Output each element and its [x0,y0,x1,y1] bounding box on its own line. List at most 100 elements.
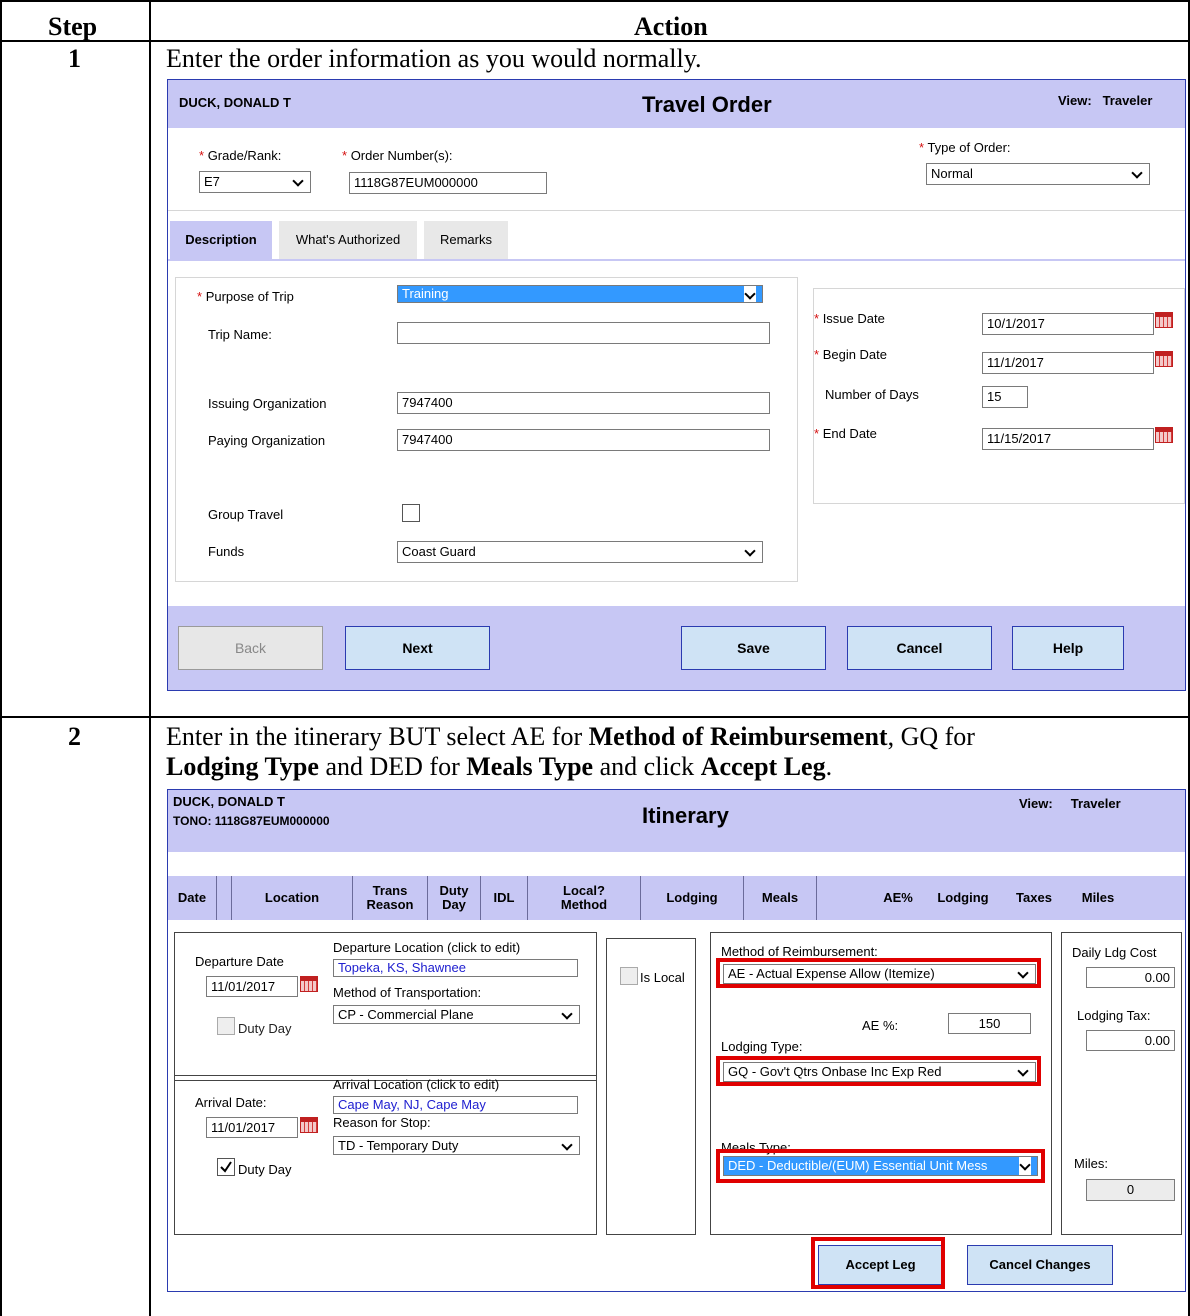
duty-day-checkbox-arrival[interactable] [217,1158,235,1176]
issue-date-input[interactable]: 10/1/2017 [982,313,1154,335]
travel-order-screen: DUCK, DONALD T Travel Order View: Travel… [167,79,1186,691]
col-duty-day: Duty Day [428,876,480,920]
step-2-text: , GQ for [887,722,975,751]
col-trans-line2: Reason [366,897,414,912]
calendar-icon[interactable] [300,976,318,992]
ae-percent-input[interactable]: 150 [948,1013,1031,1034]
col-meals: Meals [761,890,799,905]
reimbursement-label: Method of Reimbursement: [721,944,878,959]
reason-value: TD - Temporary Duty [338,1138,459,1153]
tab-whats-authorized[interactable]: What's Authorized [279,221,417,259]
divider [168,210,1185,211]
col-trans-line1: Trans [372,883,408,898]
step-2-text: . [825,752,833,781]
chevron-down-icon [561,1137,573,1154]
grade-rank-label-text: Grade/Rank: [207,148,282,163]
funds-value: Coast Guard [402,544,476,559]
funds-label: Funds [208,544,245,559]
arrival-date-label: Arrival Date: [195,1095,267,1110]
end-date-input[interactable]: 11/15/2017 [982,428,1154,450]
group-travel-checkbox[interactable] [402,504,420,522]
tab-remarks[interactable]: Remarks [424,221,508,259]
step-2-text: and click [593,752,701,781]
back-button[interactable]: Back [178,626,323,670]
step-2-term-accept-leg: Accept Leg [700,752,826,781]
itinerary-column-header: Date Location Trans Reason Duty Day IDL Lo… [168,876,1185,920]
chevron-down-icon [744,543,756,561]
table-column-rule [149,0,151,1316]
arrival-date-input[interactable]: 11/01/2017 [206,1117,298,1138]
is-local-label: Is Local [640,970,685,985]
duty-day-label: Duty Day [238,1021,292,1036]
type-of-order-label-text: Type of Order: [927,140,1011,155]
grade-rank-select[interactable]: E7 [199,171,311,193]
highlight-meals-type [716,1149,1045,1183]
highlight-lodging-type [716,1056,1041,1086]
save-button[interactable]: Save [681,626,826,670]
end-date-label-text: End Date [822,426,877,441]
calendar-icon[interactable] [1155,312,1173,328]
type-of-order-select[interactable]: Normal [926,163,1150,185]
cancel-button[interactable]: Cancel [847,626,992,670]
purpose-select[interactable]: Training [397,285,763,303]
step-2-text: and DED for [318,752,467,781]
order-number-label-text: Order Number(s): [350,148,453,163]
begin-date-label-text: Begin Date [822,347,888,362]
num-days-label: Number of Days [825,387,919,402]
page-title: Itinerary [642,803,729,828]
departure-date-input[interactable]: 11/01/2017 [206,976,298,997]
checkmark-icon [220,1161,232,1173]
num-days-input[interactable]: 15 [982,386,1028,408]
funds-select[interactable]: Coast Guard [397,541,763,563]
col-sep [816,876,817,920]
calendar-icon[interactable] [300,1117,318,1133]
lodging-tax-input[interactable]: 0.00 [1086,1030,1175,1051]
cancel-changes-button[interactable]: Cancel Changes [967,1245,1113,1285]
tab-description[interactable]: Description [170,221,272,259]
view-label: View: Traveler [1058,93,1152,108]
begin-date-label: * Begin Date [814,347,887,362]
col-local-line2: Method [560,897,608,912]
issue-date-label-text: Issue Date [822,311,885,326]
required-marker: * [814,311,820,326]
col-trans-reason: Trans Reason [353,876,427,920]
step-number-2: 2 [68,722,81,751]
transport-select[interactable]: CP - Commercial Plane [333,1005,580,1024]
itinerary-screen: DUCK, DONALD T TONO: 1118G87EUM000000 It… [167,789,1186,1292]
step-2-term-reimbursement: Method of Reimbursement [588,722,888,751]
col-duty-line1: Duty [439,883,469,898]
lodging-tax-label: Lodging Tax: [1077,1008,1151,1023]
calendar-icon[interactable] [1155,427,1173,443]
daily-ldg-cost-label: Daily Ldg Cost [1072,945,1157,960]
issuing-org-input[interactable]: 7947400 [397,392,770,414]
trip-name-input[interactable] [397,322,770,344]
duty-day-checkbox-departure[interactable] [217,1017,235,1035]
table-border-left [0,0,2,1316]
departure-location-field[interactable]: Topeka, KS, Shawnee [333,959,578,977]
order-number-input[interactable]: 1118G87EUM000000 [349,172,547,194]
required-marker: * [199,148,205,163]
duty-day-label: Duty Day [238,1162,292,1177]
col-miles: Miles [1081,890,1115,905]
view-label-text: View: [1058,93,1092,108]
step-2-text: Enter in the itinerary BUT select AE for [166,722,589,751]
daily-ldg-cost-input[interactable]: 0.00 [1086,967,1175,988]
chevron-down-icon [744,286,756,302]
view-value: Traveler [1070,796,1121,811]
is-local-checkbox[interactable] [620,967,638,985]
reason-select[interactable]: TD - Temporary Duty [333,1136,580,1155]
view-value: Traveler [1102,93,1153,108]
arrival-location-field[interactable]: Cape May, NJ, Cape May [333,1096,578,1114]
next-button[interactable]: Next [345,626,490,670]
type-of-order-label: * Type of Order: [919,140,1011,155]
paying-org-input[interactable]: 7947400 [397,429,770,451]
table-row-rule [0,716,1190,718]
begin-date-input[interactable]: 11/1/2017 [982,352,1154,374]
help-button[interactable]: Help [1012,626,1124,670]
traveler-name: DUCK, DONALD T [173,794,285,809]
step-2-term-meals: Meals Type [466,752,594,781]
highlight-accept-leg [811,1237,945,1289]
table-header-rule [0,40,1190,42]
calendar-icon[interactable] [1155,351,1173,367]
arrival-location-label: Arrival Location (click to edit) [333,1077,500,1092]
